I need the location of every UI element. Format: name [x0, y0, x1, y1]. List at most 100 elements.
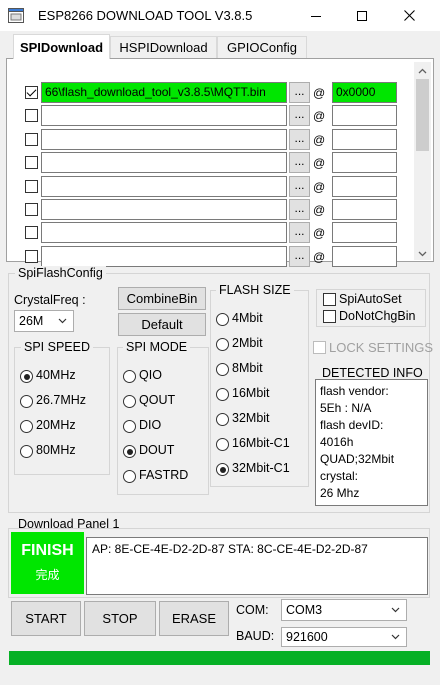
file-path-field[interactable]: [41, 128, 287, 150]
mac-info-box: AP: 8E-CE-4E-D2-2D-87 STA: 8C-CE-4E-D2-2…: [86, 537, 428, 595]
close-button[interactable]: [386, 0, 432, 31]
browse-button[interactable]: ...: [289, 105, 310, 127]
flash-size-label: 2Mbit: [232, 336, 263, 350]
crystal-freq-label: CrystalFreq :: [14, 293, 86, 307]
file-path-field[interactable]: [41, 152, 287, 174]
file-path-field[interactable]: 66\flash_download_tool_v3.8.5\MQTT.bin: [41, 82, 287, 103]
browse-button[interactable]: ...: [289, 175, 310, 197]
at-symbol: @: [313, 249, 326, 264]
chevron-down-icon: [58, 318, 67, 324]
file-path-field[interactable]: [41, 105, 287, 127]
spi-mode-title: SPI MODE: [123, 340, 191, 354]
app-icon: [8, 8, 24, 23]
scroll-up-icon[interactable]: [414, 62, 431, 79]
spi-speed-radio-20mhz[interactable]: [20, 420, 33, 433]
flash-size-radio-32mbit-c1[interactable]: [216, 463, 229, 476]
spi-mode-radio-dio[interactable]: [123, 420, 136, 433]
lock-settings-label: LOCK SETTINGS: [329, 340, 434, 355]
tab-spidownload[interactable]: SPIDownload: [13, 34, 110, 59]
browse-button[interactable]: ...: [289, 152, 310, 174]
detected-info-line: QUAD;32Mbit: [320, 452, 395, 466]
start-button[interactable]: START: [11, 601, 81, 636]
maximize-icon: [357, 10, 367, 21]
minimize-icon: [311, 15, 321, 17]
spi-mode-radio-fastrd[interactable]: [123, 470, 136, 483]
flash-address-field[interactable]: [332, 152, 397, 174]
file-path-field[interactable]: [41, 175, 287, 197]
file-row-checkbox[interactable]: [25, 179, 38, 193]
spi-speed-label: 26.7MHz: [36, 393, 87, 407]
baud-label: BAUD:: [236, 629, 275, 643]
crystal-freq-select[interactable]: 26M: [14, 310, 74, 332]
detected-info-box: flash vendor: 5Eh : N/A flash devID: 4016h Q…: [315, 379, 428, 506]
spi-flash-config-title: SpiFlashConfig: [15, 266, 106, 280]
file-row-checkbox[interactable]: [25, 86, 38, 99]
file-row-checkbox[interactable]: [25, 132, 38, 146]
detected-info-line: 26 Mhz: [320, 486, 360, 500]
at-symbol: @: [313, 179, 326, 194]
finish-status-subtext: 完成: [35, 568, 60, 582]
file-row-checkbox[interactable]: [25, 226, 38, 240]
mac-info-text: AP: 8E-CE-4E-D2-2D-87 STA: 8C-CE-4E-D2-2…: [92, 542, 368, 556]
tab-gpioconfig[interactable]: GPIOConfig: [217, 36, 307, 58]
flash-size-label: 16Mbit: [232, 386, 270, 400]
maximize-button[interactable]: [339, 0, 385, 31]
do-not-chg-bin-checkbox[interactable]: [323, 310, 336, 323]
flash-address-field[interactable]: [332, 222, 397, 244]
spi-speed-radio-80mhz[interactable]: [20, 445, 33, 458]
browse-button[interactable]: ...: [289, 245, 310, 267]
browse-button[interactable]: ...: [289, 128, 310, 150]
scroll-down-icon[interactable]: [414, 245, 431, 262]
file-row-checkbox[interactable]: [25, 249, 38, 263]
tab-hspidownload[interactable]: HSPIDownload: [110, 36, 217, 58]
flash-size-label: 16Mbit-C1: [232, 436, 290, 450]
flash-address-field[interactable]: [332, 128, 397, 150]
do-not-chg-bin-label: DoNotChgBin: [339, 309, 416, 323]
spi-mode-radio-dout[interactable]: [123, 445, 136, 458]
chevron-down-icon: [391, 607, 400, 613]
file-path-field[interactable]: [41, 245, 287, 267]
browse-button[interactable]: ...: [289, 222, 310, 244]
file-path-field[interactable]: [41, 199, 287, 220]
flash-size-label: 8Mbit: [232, 361, 263, 375]
spi-mode-radio-qout[interactable]: [123, 395, 136, 408]
combine-bin-button[interactable]: CombineBin: [118, 287, 206, 310]
default-button[interactable]: Default: [118, 313, 206, 336]
browse-button[interactable]: ...: [289, 199, 310, 220]
flash-size-label: 32Mbit: [232, 411, 270, 425]
flash-address-field[interactable]: [332, 199, 397, 220]
spi-mode-label: FASTRD: [139, 468, 189, 482]
stop-button[interactable]: STOP: [84, 601, 156, 636]
flash-size-radio-2mbit[interactable]: [216, 338, 229, 351]
lock-settings-checkbox[interactable]: [313, 341, 326, 354]
flash-size-radio-16mbit-c1[interactable]: [216, 438, 229, 451]
browse-button[interactable]: ...: [289, 82, 310, 103]
file-path-field[interactable]: [41, 222, 287, 244]
minimize-button[interactable]: [293, 0, 339, 31]
spi-speed-radio-40mhz[interactable]: [20, 370, 33, 383]
flash-size-radio-8mbit[interactable]: [216, 363, 229, 376]
crystal-freq-value: 26M: [19, 314, 44, 328]
at-symbol: @: [313, 203, 326, 217]
flash-address-field[interactable]: [332, 245, 397, 267]
flash-size-radio-32mbit[interactable]: [216, 413, 229, 426]
spi-mode-radio-qio[interactable]: [123, 370, 136, 383]
detected-info-line: 5Eh : N/A: [320, 401, 372, 415]
flash-size-title: FLASH SIZE: [216, 283, 294, 297]
spi-speed-radio-26-7mhz[interactable]: [20, 395, 33, 408]
spi-speed-label: 40MHz: [36, 368, 76, 382]
window-title: ESP8266 DOWNLOAD TOOL V3.8.5: [38, 8, 253, 23]
flash-size-radio-16mbit[interactable]: [216, 388, 229, 401]
flash-address-field[interactable]: [332, 175, 397, 197]
flash-size-radio-4mbit[interactable]: [216, 313, 229, 326]
flash-address-field[interactable]: 0x0000: [332, 82, 397, 103]
scroll-thumb[interactable]: [416, 79, 429, 151]
file-row-checkbox[interactable]: [25, 156, 38, 170]
file-row-checkbox[interactable]: [25, 203, 38, 216]
erase-button[interactable]: ERASE: [159, 601, 229, 636]
spi-auto-set-checkbox[interactable]: [323, 293, 336, 306]
baud-select[interactable]: 921600: [281, 627, 407, 647]
com-select[interactable]: COM3: [281, 599, 407, 621]
file-row-checkbox[interactable]: [25, 109, 38, 123]
flash-address-field[interactable]: [332, 105, 397, 127]
